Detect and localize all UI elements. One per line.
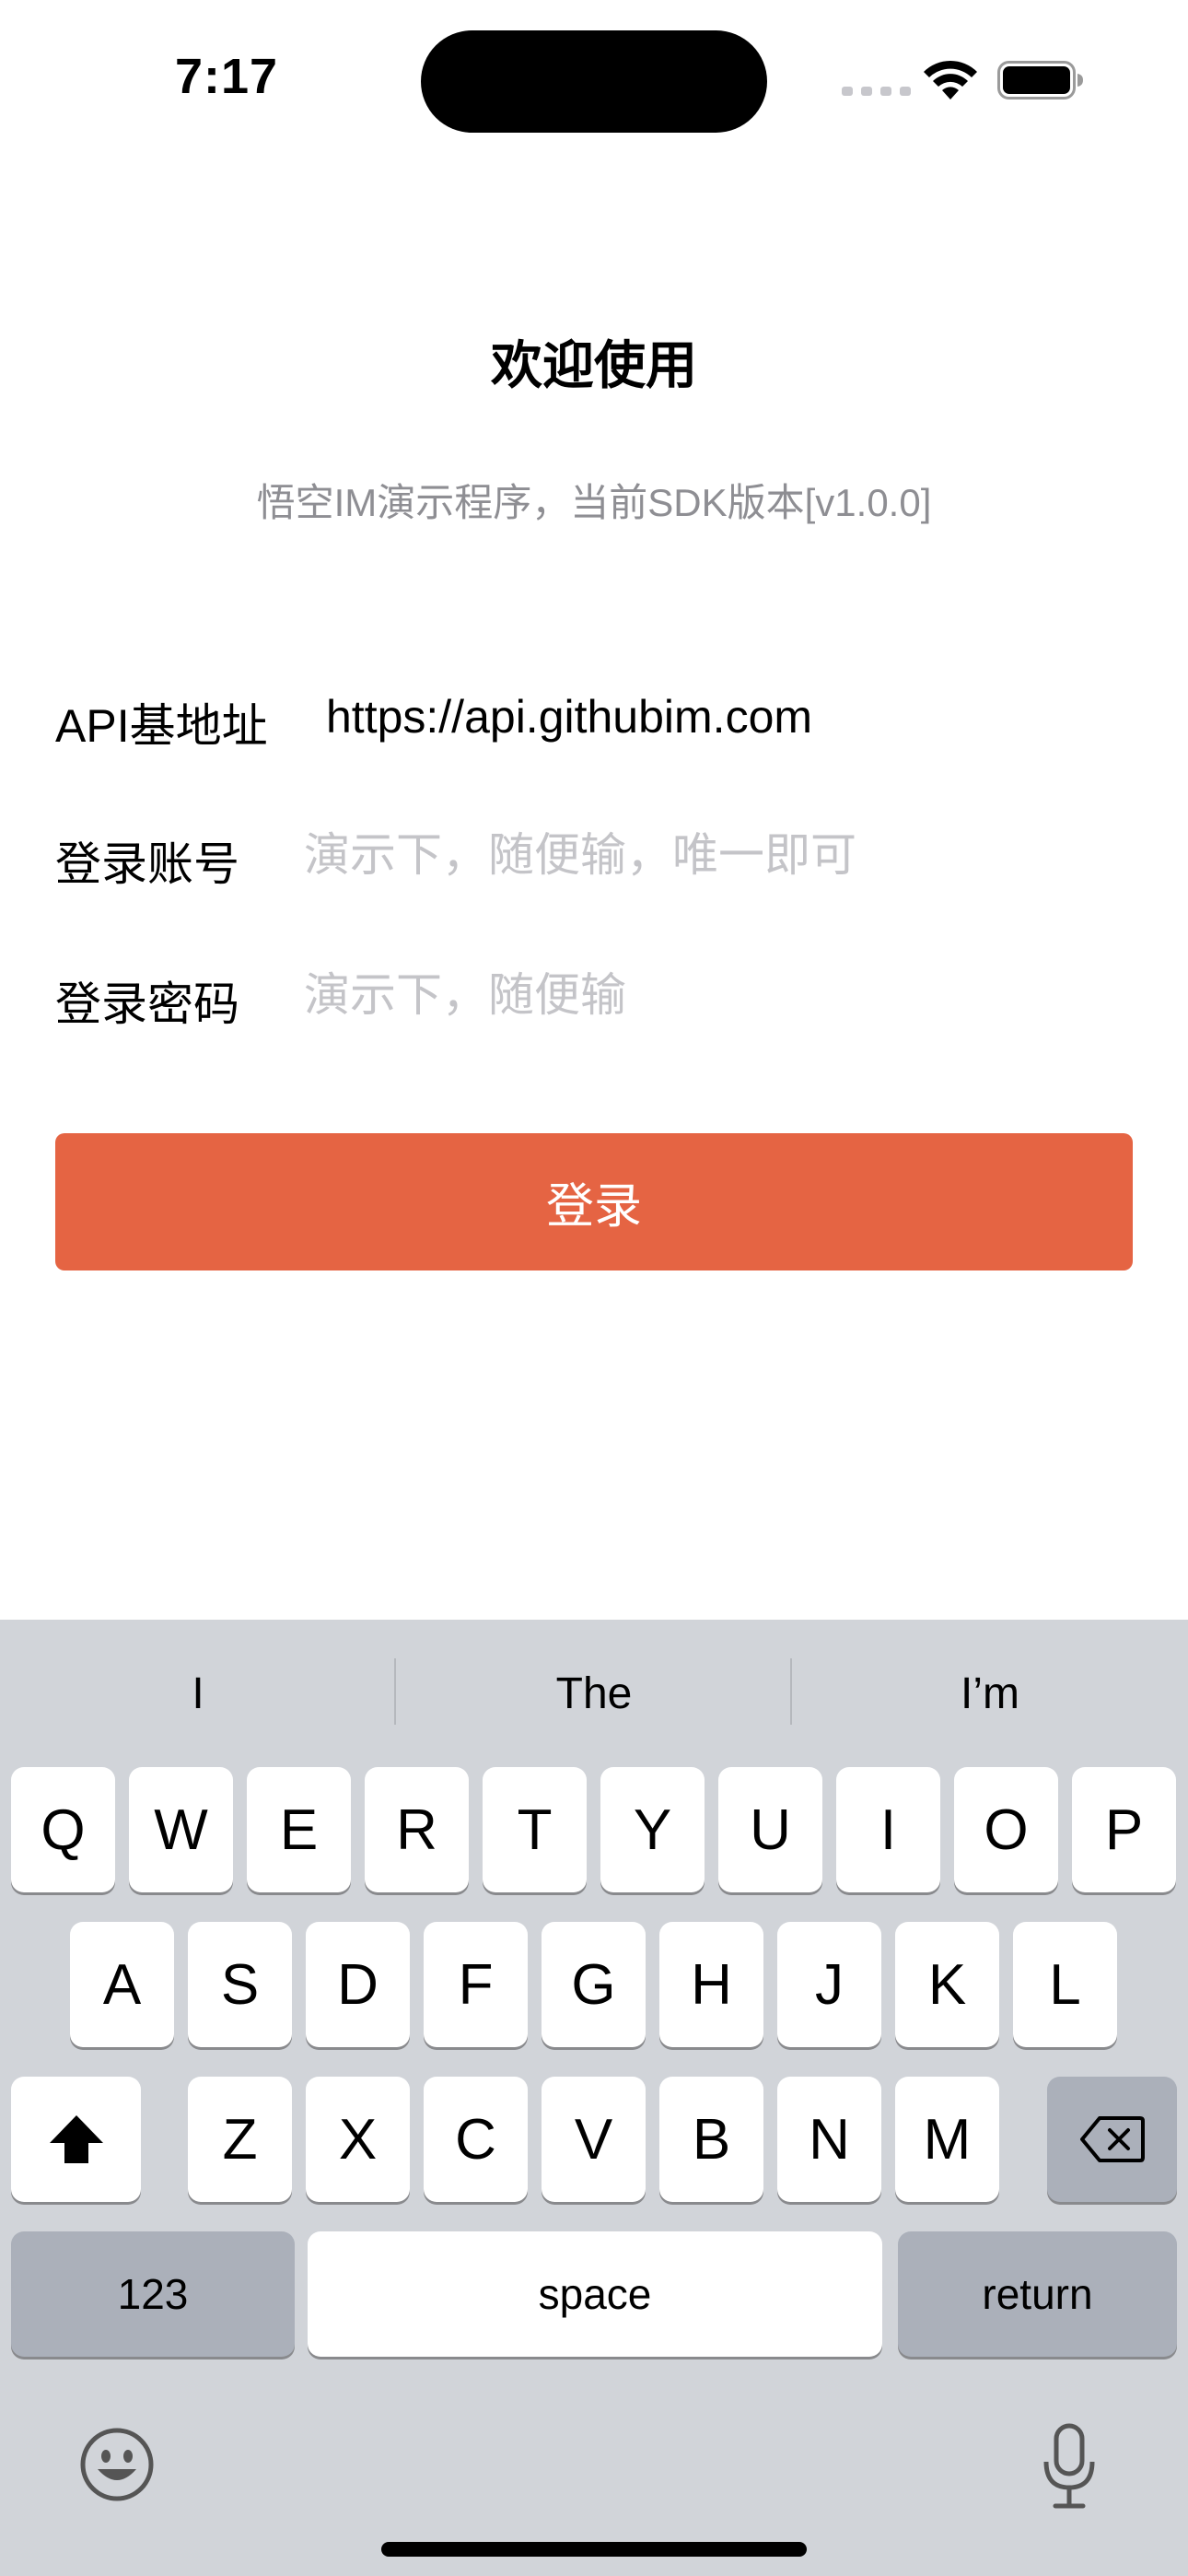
key-n[interactable]: N bbox=[777, 2077, 881, 2202]
shift-key[interactable] bbox=[11, 2077, 141, 2202]
key-m[interactable]: M bbox=[895, 2077, 999, 2202]
battery-icon bbox=[997, 61, 1083, 100]
key-s[interactable]: S bbox=[188, 1922, 292, 2047]
numbers-key[interactable]: 123 bbox=[11, 2231, 295, 2357]
key-k[interactable]: K bbox=[895, 1922, 999, 2047]
key-j[interactable]: J bbox=[777, 1922, 881, 2047]
key-o[interactable]: O bbox=[954, 1767, 1058, 1892]
account-label: 登录账号 bbox=[55, 838, 239, 890]
key-c[interactable]: C bbox=[424, 2077, 528, 2202]
suggestion-item[interactable]: I’m bbox=[792, 1620, 1188, 1767]
key-l[interactable]: L bbox=[1013, 1922, 1117, 2047]
key-q[interactable]: Q bbox=[11, 1767, 115, 1892]
key-u[interactable]: U bbox=[718, 1767, 822, 1892]
key-g[interactable]: G bbox=[542, 1922, 646, 2047]
return-key[interactable]: return bbox=[898, 2231, 1177, 2357]
api-base-url-input[interactable] bbox=[326, 680, 1155, 754]
microphone-icon[interactable] bbox=[1041, 2423, 1098, 2512]
status-time: 7:17 bbox=[175, 49, 279, 104]
suggestion-item[interactable]: I bbox=[0, 1620, 396, 1767]
password-label: 登录密码 bbox=[55, 978, 239, 1030]
wifi-icon bbox=[924, 60, 977, 100]
key-z[interactable]: Z bbox=[188, 2077, 292, 2202]
page-subtitle: 悟空IM演示程序，当前SDK版本[v1.0.0] bbox=[256, 481, 932, 524]
dynamic-island bbox=[421, 30, 767, 133]
page-title: 欢迎使用 bbox=[491, 336, 697, 394]
password-input[interactable] bbox=[304, 958, 1133, 1032]
key-v[interactable]: V bbox=[542, 2077, 646, 2202]
emoji-icon[interactable] bbox=[79, 2427, 155, 2502]
key-y[interactable]: Y bbox=[600, 1767, 705, 1892]
key-i[interactable]: I bbox=[836, 1767, 940, 1892]
cellular-signal-icon bbox=[842, 87, 911, 96]
keyboard: I The I’m Q W E R T Y U I O P A S D F G … bbox=[0, 1620, 1188, 2576]
key-t[interactable]: T bbox=[483, 1767, 587, 1892]
suggestion-bar: I The I’m bbox=[0, 1620, 1188, 1767]
key-w[interactable]: W bbox=[129, 1767, 233, 1892]
key-h[interactable]: H bbox=[659, 1922, 763, 2047]
delete-icon bbox=[1079, 2116, 1145, 2162]
api-base-url-label: API基地址 bbox=[55, 700, 268, 752]
key-a[interactable]: A bbox=[70, 1922, 174, 2047]
key-p[interactable]: P bbox=[1072, 1767, 1176, 1892]
suggestion-divider bbox=[790, 1658, 792, 1725]
suggestion-item[interactable]: The bbox=[396, 1620, 792, 1767]
key-x[interactable]: X bbox=[306, 2077, 410, 2202]
home-indicator bbox=[381, 2542, 807, 2557]
key-r[interactable]: R bbox=[365, 1767, 469, 1892]
key-b[interactable]: B bbox=[659, 2077, 763, 2202]
key-e[interactable]: E bbox=[247, 1767, 351, 1892]
login-button[interactable]: 登录 bbox=[55, 1133, 1133, 1270]
key-d[interactable]: D bbox=[306, 1922, 410, 2047]
delete-key[interactable] bbox=[1047, 2077, 1177, 2202]
shift-icon bbox=[49, 2115, 103, 2163]
suggestion-divider bbox=[394, 1658, 396, 1725]
space-key[interactable]: space bbox=[308, 2231, 882, 2357]
account-input[interactable] bbox=[304, 818, 1133, 892]
key-f[interactable]: F bbox=[424, 1922, 528, 2047]
